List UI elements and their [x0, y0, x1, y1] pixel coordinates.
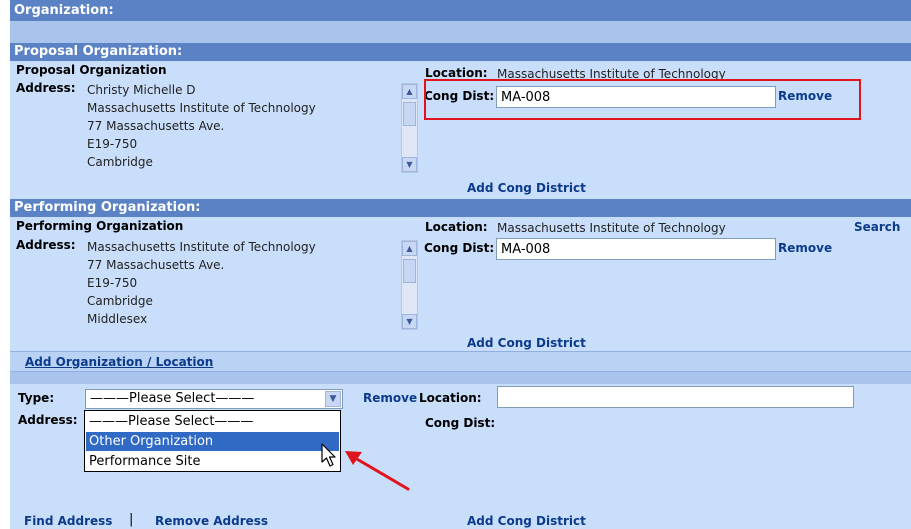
scroll-down-icon[interactable]: ▼	[402, 157, 417, 172]
performing-search-link[interactable]: Search	[854, 220, 900, 234]
mouse-cursor-icon	[321, 443, 336, 467]
performing-location-label: Location:	[425, 220, 488, 234]
performing-org-header-label: Performing Organization:	[14, 200, 201, 215]
performing-address-line-2: 77 Massachusetts Ave.	[87, 258, 225, 272]
chevron-down-icon[interactable]: ▼	[325, 391, 341, 407]
find-address-link[interactable]: Find Address	[24, 514, 112, 528]
performing-address-label: Address:	[16, 238, 76, 252]
dropdown-option-other-organization[interactable]: Other Organization	[86, 432, 339, 451]
remove-address-link[interactable]: Remove Address	[155, 514, 268, 528]
scroll-down-icon[interactable]: ▼	[402, 314, 417, 329]
performing-remove-cong-dist-link[interactable]: Remove	[778, 241, 832, 255]
proposal-location-label: Location:	[425, 66, 488, 80]
add-organization-location-link[interactable]: Add Organization / Location	[25, 355, 213, 369]
scroll-thumb[interactable]	[403, 102, 416, 126]
scroll-up-icon[interactable]: ▲	[402, 84, 417, 99]
proposal-org-header-label: Proposal Organization:	[14, 44, 183, 59]
add-org-spacer-band	[10, 372, 911, 384]
performing-address-overflow: . . .	[87, 328, 106, 332]
proposal-address-label: Address:	[16, 81, 76, 95]
organization-header: Organization:	[10, 0, 911, 21]
performing-org-header: Performing Organization:	[10, 199, 911, 217]
type-label: Type:	[18, 391, 55, 405]
proposal-address-line-5: Cambridge	[87, 155, 153, 169]
performing-address-line-4: Cambridge	[87, 294, 153, 308]
scroll-up-icon[interactable]: ▲	[402, 241, 417, 256]
proposal-org-header: Proposal Organization:	[10, 43, 911, 61]
scroll-thumb[interactable]	[403, 259, 416, 283]
proposal-address-line-4: E19-750	[87, 137, 138, 151]
dropdown-option-performance-site[interactable]: Performance Site	[86, 452, 339, 471]
annotation-arrow-icon	[345, 451, 410, 491]
add-org-location-input[interactable]	[497, 386, 854, 408]
performing-address-line-1: Massachusetts Institute of Technology	[87, 240, 316, 254]
proposal-address-scrollbar[interactable]: ▲ ▼	[401, 83, 418, 173]
performing-address-line-5: Middlesex	[87, 312, 148, 326]
proposal-org-title: Proposal Organization	[16, 63, 167, 77]
link-separator: |	[129, 512, 134, 527]
proposal-address-line-1: Christy Michelle D	[87, 83, 196, 97]
proposal-address-line-3: 77 Massachusetts Ave.	[87, 119, 225, 133]
performing-address-scrollbar[interactable]: ▲ ▼	[401, 240, 418, 330]
performing-org-title: Performing Organization	[16, 219, 184, 233]
add-org-location-label: Location:	[419, 391, 482, 405]
performing-address-line-3: E19-750	[87, 276, 138, 290]
proposal-address-line-2: Massachusetts Institute of Technology	[87, 101, 316, 115]
type-select[interactable]: ———Please Select——— ▼	[85, 389, 343, 409]
annotation-highlight-box	[424, 79, 861, 120]
proposal-add-cong-district-link[interactable]: Add Cong District	[467, 181, 586, 195]
remove-location-link[interactable]: Remove	[363, 391, 417, 405]
performing-location-value: Massachusetts Institute of Technology	[497, 221, 726, 235]
add-org-add-cong-district-link[interactable]: Add Cong District	[467, 514, 586, 528]
add-org-address-label: Address:	[18, 413, 78, 427]
organization-header-label: Organization:	[14, 3, 114, 18]
add-org-cong-dist-label: Cong Dist:	[425, 416, 496, 430]
performing-cong-dist-label: Cong Dist:	[424, 241, 495, 255]
type-select-value: ———Please Select———	[90, 391, 255, 406]
proposal-address-overflow: . . . . .	[87, 171, 121, 175]
dropdown-option-please-select[interactable]: ———Please Select———	[86, 412, 339, 431]
type-dropdown-list[interactable]: ———Please Select——— Other Organization P…	[84, 410, 341, 472]
organization-spacer-band	[10, 21, 911, 43]
performing-add-cong-district-link[interactable]: Add Cong District	[467, 336, 586, 350]
performing-cong-dist-input[interactable]: MA-008	[496, 238, 776, 260]
